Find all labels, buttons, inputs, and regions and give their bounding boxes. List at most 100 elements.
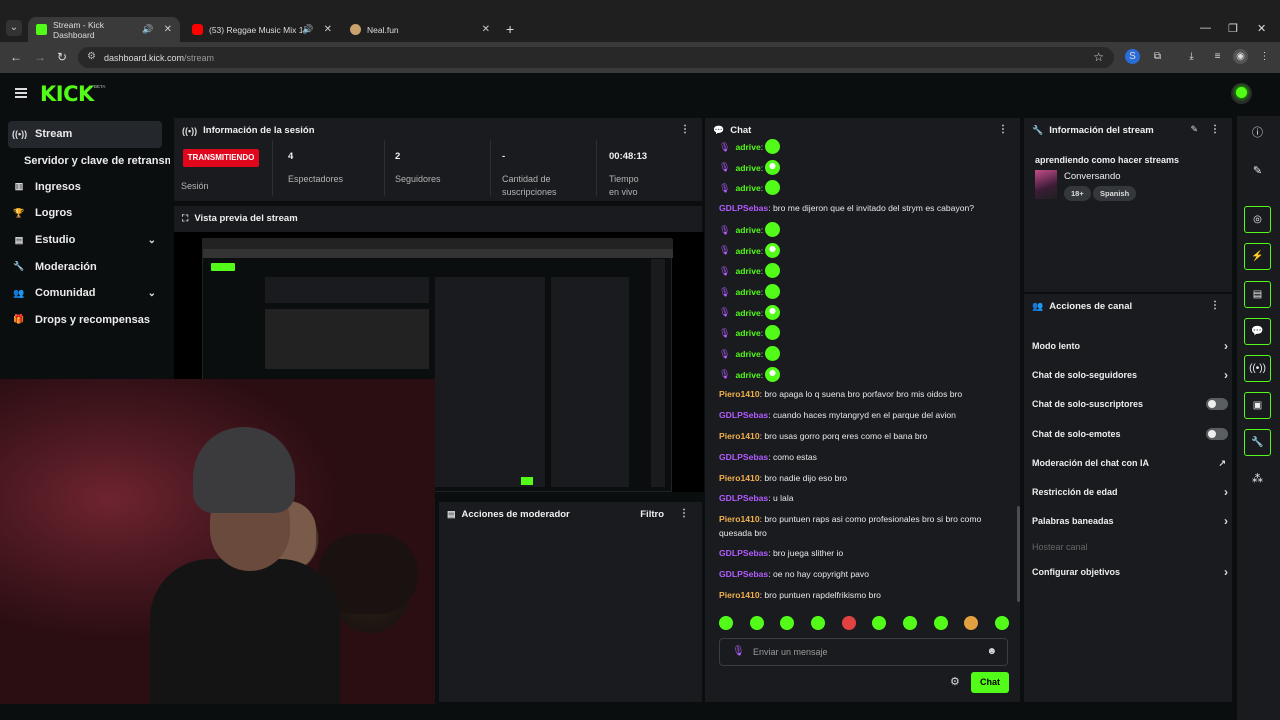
browser-menu-icon[interactable]: ⋮ [1257, 49, 1272, 64]
chat-username[interactable]: adrive [735, 225, 760, 235]
sidebar-item-estudio[interactable]: ▤ Estudio ⌄ [0, 227, 170, 254]
channel-action-row[interactable]: Hostear canal [1032, 535, 1228, 559]
chat-username[interactable]: Piero1410 [719, 431, 760, 441]
chat-username[interactable]: Piero1410 [719, 473, 760, 483]
channel-action-row[interactable]: Configurar objetivos › [1032, 560, 1228, 584]
chat-username[interactable]: adrive [735, 183, 760, 193]
edit-icon[interactable]: ✎ [1190, 124, 1198, 135]
edit-icon[interactable]: ✎ [1244, 158, 1271, 185]
chat-username[interactable]: adrive [735, 266, 760, 276]
channel-action-row[interactable]: Moderación del chat con IA ↗ [1032, 451, 1228, 475]
chat-username[interactable]: adrive [735, 369, 760, 379]
broadcast-icon[interactable]: ((•)) [1244, 355, 1271, 382]
toggle-switch[interactable] [1206, 428, 1228, 440]
channel-action-row[interactable]: Chat de solo-seguidores › [1032, 363, 1228, 387]
menu-icon[interactable] [15, 88, 27, 98]
gear-icon[interactable]: ⚙ [950, 675, 960, 688]
wrench-icon[interactable]: 🔧 [1244, 429, 1271, 456]
channel-action-row[interactable]: Palabras baneadas › [1032, 509, 1228, 533]
sidebar-item-ingresos[interactable]: ▥ Ingresos [0, 174, 170, 201]
tab-youtube[interactable]: (53) Reggae Music Mix 10 H 🔊 ✕ [184, 17, 340, 42]
more-options-icon[interactable]: ⋮ [998, 124, 1008, 135]
tab-kick-dashboard[interactable]: Stream - Kick Dashboard 🔊 ✕ [28, 17, 180, 42]
chat-username[interactable]: Piero1410 [719, 590, 760, 600]
chat-scrollbar[interactable] [1017, 506, 1020, 602]
chat-username[interactable]: GDLPSebas [719, 493, 768, 503]
new-tab-icon[interactable]: + [506, 21, 514, 37]
tab-search-button[interactable]: ⌄ [6, 20, 22, 36]
kick-logo[interactable]: KICK [40, 82, 94, 106]
layout-icon[interactable]: ▣ [1244, 392, 1271, 419]
site-settings-icon[interactable]: ⚙ [87, 51, 96, 62]
chat-username[interactable]: GDLPSebas [719, 203, 768, 213]
chat-username[interactable]: Piero1410 [719, 389, 760, 399]
emoji-icon[interactable]: ☻ [986, 646, 997, 657]
back-icon[interactable]: ← [10, 50, 22, 64]
chat-username[interactable]: GDLPSebas [719, 569, 768, 579]
emote-icon[interactable] [994, 616, 1009, 630]
avatar[interactable] [1231, 83, 1252, 104]
address-bar[interactable]: ⚙ dashboard.kick.com/stream ☆ [78, 47, 1114, 68]
bolt-icon[interactable]: ⚡ [1244, 243, 1271, 270]
close-tab-icon[interactable]: ✕ [482, 24, 490, 35]
emote-icon[interactable] [902, 616, 917, 630]
chat-username[interactable]: adrive [735, 245, 760, 255]
audio-icon[interactable]: 🔊 [302, 24, 313, 35]
sidebar-item-moderacion[interactable]: 🔧 Moderación [0, 253, 170, 280]
chat-send-button[interactable]: Chat [971, 672, 1009, 693]
extension-icon[interactable]: S [1125, 49, 1140, 64]
note-icon[interactable]: ▤ [1244, 281, 1271, 308]
close-window-icon[interactable]: ✕ [1257, 22, 1266, 35]
emote-icon[interactable] [749, 616, 764, 630]
chat-username[interactable]: GDLPSebas [719, 548, 768, 558]
emote-icon[interactable] [810, 616, 825, 630]
emote-icon[interactable] [964, 616, 979, 630]
toggle-switch[interactable] [1206, 398, 1228, 410]
emote-icon[interactable] [841, 616, 856, 630]
filter-button[interactable]: Filtro [640, 509, 664, 520]
more-options-icon[interactable]: ⋮ [679, 508, 689, 519]
more-options-icon[interactable]: ⋮ [1210, 124, 1220, 135]
sidebar-item-comunidad[interactable]: 👥 Comunidad ⌄ [0, 280, 170, 307]
camera-icon[interactable]: ◎ [1244, 206, 1271, 233]
bookmark-star-icon[interactable]: ☆ [1093, 50, 1104, 64]
minimize-icon[interactable]: — [1200, 22, 1211, 34]
tab-nealfun[interactable]: Neal.fun 🔊 ✕ [342, 17, 498, 42]
chat-username[interactable]: adrive [735, 349, 760, 359]
forward-icon[interactable]: → [34, 50, 46, 64]
close-tab-icon[interactable]: ✕ [164, 24, 172, 35]
media-control-icon[interactable]: ≡ [1210, 49, 1225, 64]
profile-icon[interactable]: ◉ [1233, 49, 1248, 64]
channel-action-row[interactable]: Modo lento › [1032, 334, 1228, 358]
channel-action-row[interactable]: Chat de solo-emotes [1032, 422, 1228, 446]
channel-action-row[interactable]: Chat de solo-suscriptores [1032, 392, 1228, 416]
emote-icon[interactable] [780, 616, 795, 630]
close-tab-icon[interactable]: ✕ [324, 24, 332, 35]
more-options-icon[interactable]: ⋮ [680, 124, 690, 135]
emote-icon[interactable] [933, 616, 948, 630]
sidebar-item-logros[interactable]: 🏆 Logros [0, 200, 170, 227]
chat-username[interactable]: adrive [735, 307, 760, 317]
maximize-icon[interactable]: ❐ [1228, 22, 1238, 35]
chat-username[interactable]: GDLPSebas [719, 410, 768, 420]
apps-icon[interactable]: ⁂ [1244, 466, 1271, 493]
download-icon[interactable]: ⤓ [1184, 49, 1199, 64]
chat-username[interactable]: adrive [735, 287, 760, 297]
chat-input[interactable]: 🎙 Enviar un mensaje ☻ [719, 638, 1008, 666]
emote-icon[interactable] [872, 616, 887, 630]
sidebar-item-stream-key[interactable]: Servidor y clave de retransmisión [0, 148, 170, 174]
chat-username[interactable]: GDLPSebas [719, 452, 768, 462]
channel-action-row[interactable]: Restricción de edad › [1032, 480, 1228, 504]
chat-username[interactable]: adrive [735, 162, 760, 172]
more-options-icon[interactable]: ⋮ [1210, 300, 1220, 311]
chat-username[interactable]: adrive [735, 142, 760, 152]
sidebar-item-drops[interactable]: 🎁 Drops y recompensas [0, 307, 170, 334]
chat-username[interactable]: adrive [735, 328, 760, 338]
sidebar-item-stream[interactable]: ((•)) Stream [8, 121, 162, 148]
info-icon[interactable]: ⓘ [1244, 120, 1271, 147]
extensions-puzzle-icon[interactable]: ⧉ [1150, 49, 1165, 64]
reload-icon[interactable]: ↻ [57, 50, 67, 64]
audio-icon[interactable]: 🔊 [142, 24, 153, 35]
chat-username[interactable]: Piero1410 [719, 514, 760, 524]
emote-icon[interactable] [719, 616, 733, 630]
